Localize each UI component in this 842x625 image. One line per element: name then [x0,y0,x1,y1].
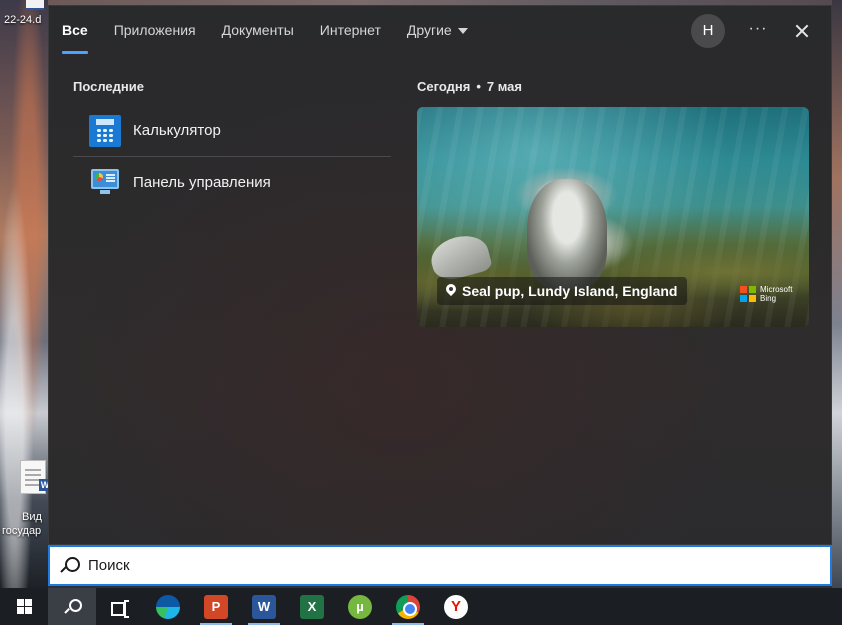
image-caption-text: Seal pup, Lundy Island, England [462,283,678,299]
search-icon [60,556,80,576]
tab-more-label: Другие [406,22,452,38]
tab-more[interactable]: Другие [394,6,481,54]
search-box[interactable] [48,545,832,586]
start-button[interactable] [0,588,48,625]
utorrent-icon: µ [348,594,372,619]
yandex-browser-icon: Y [444,594,468,619]
bing-daily-image-card[interactable]: Seal pup, Lundy Island, England Microsof… [417,107,809,327]
desktop-document-label-line2[interactable]: государ [2,525,41,537]
account-avatar-button[interactable]: Н [691,14,725,48]
desktop-file-label[interactable]: 22-24.d [4,14,41,26]
recent-item-control-panel[interactable]: Панель управления [73,156,391,207]
powerpoint-button[interactable]: P [192,588,240,625]
close-icon[interactable] [785,14,819,48]
desktop-background-left [0,0,48,590]
windows-logo-icon [16,599,32,614]
word-icon: W [252,594,276,619]
excel-button[interactable]: X [288,588,336,625]
start-search-panel: Все Приложения Документы Интернет Другие… [48,5,832,545]
control-panel-icon [89,166,121,198]
desktop-background-right [832,0,842,590]
utorrent-button[interactable]: µ [336,588,384,625]
bing-brand-line2: Bing [760,294,777,303]
task-view-button[interactable] [96,588,144,625]
search-input[interactable] [88,557,788,574]
edge-button[interactable] [144,588,192,625]
today-separator: • [476,79,481,94]
calculator-icon [89,114,121,147]
desktop-document-icon[interactable]: W [20,460,51,494]
recent-list: Калькулятор Панель управления [73,105,391,207]
today-label: Сегодня [417,79,471,94]
today-heading: Сегодня • 7 мая [417,79,522,94]
chrome-icon [396,594,420,619]
bing-brand-text: Microsoft Bing [760,285,792,303]
desktop-word-file-icon[interactable] [26,0,44,10]
chrome-button[interactable] [384,588,432,625]
today-date: 7 мая [486,79,522,94]
yandex-button[interactable]: Y [432,588,480,625]
recent-section-title: Последние [73,79,144,94]
search-icon [64,598,82,615]
more-options-button[interactable]: ··· [741,14,775,48]
seal-pup-image [527,179,607,289]
powerpoint-icon: P [204,594,228,619]
image-caption[interactable]: Seal pup, Lundy Island, England [437,277,688,305]
taskbar: P W X µ Y [0,588,842,625]
tab-apps-label: Приложения [113,22,196,38]
tab-documents[interactable]: Документы [209,6,307,54]
microsoft-logo-icon [740,286,756,302]
desktop-document-label-line1[interactable]: Вид [22,511,42,523]
tab-apps[interactable]: Приложения [101,6,209,54]
tab-documents-label: Документы [221,22,294,38]
excel-icon: X [300,594,324,619]
chevron-down-icon [457,28,468,35]
recent-item-calculator[interactable]: Калькулятор [73,105,391,156]
task-view-icon [111,599,129,618]
microsoft-bing-logo: Microsoft Bing [740,285,792,303]
tab-web-label: Интернет [319,22,381,38]
recent-item-label: Панель управления [133,173,271,191]
tab-web[interactable]: Интернет [307,6,394,54]
location-pin-icon [445,284,457,298]
tab-all-label: Все [62,22,88,38]
edge-icon [156,594,180,619]
recent-item-label: Калькулятор [133,122,221,139]
word-button[interactable]: W [240,588,288,625]
search-button[interactable] [48,588,96,625]
tab-all[interactable]: Все [49,6,101,54]
bing-brand-line1: Microsoft [760,285,793,294]
